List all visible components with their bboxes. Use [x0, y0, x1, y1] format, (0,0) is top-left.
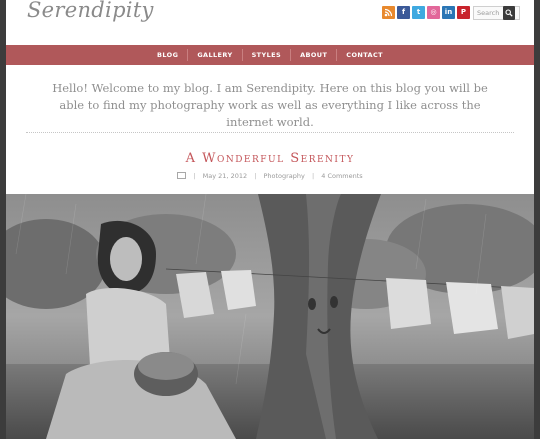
- nav-item-about[interactable]: About: [291, 45, 336, 65]
- nav-item-styles[interactable]: Styles: [243, 45, 291, 65]
- rss-icon[interactable]: [382, 6, 395, 19]
- nav-item-contact[interactable]: Contact: [337, 45, 392, 65]
- meta-separator: |: [311, 172, 315, 180]
- linkedin-icon[interactable]: in: [442, 6, 455, 19]
- post-title[interactable]: A Wonderful Serenity: [6, 151, 534, 166]
- facebook-icon[interactable]: f: [397, 6, 410, 19]
- main-nav: Blog Gallery Styles About Contact: [6, 45, 534, 65]
- post-date: May 21, 2012: [202, 172, 248, 180]
- post-meta: | May 21, 2012 | Photography | 4 Comment…: [6, 172, 534, 180]
- divider: [26, 132, 514, 133]
- search-button[interactable]: [503, 6, 515, 20]
- post-image[interactable]: [6, 194, 534, 439]
- dribbble-icon[interactable]: ◎: [427, 6, 440, 19]
- image-format-icon: [177, 172, 187, 179]
- site-logo[interactable]: Serendipity: [27, 0, 154, 22]
- search-icon: [505, 9, 513, 17]
- post-comments[interactable]: 4 Comments: [321, 172, 362, 180]
- social-icons: f t ◎ in P: [382, 6, 470, 19]
- pinterest-icon[interactable]: P: [457, 6, 470, 19]
- welcome-text: Hello! Welcome to my blog. I am Serendip…: [52, 81, 488, 129]
- meta-separator: |: [254, 172, 257, 180]
- nav-item-blog[interactable]: Blog: [148, 45, 187, 65]
- post-category[interactable]: Photography: [263, 172, 304, 180]
- page: Serendipity f t ◎ in P Search Blog Galle…: [6, 0, 534, 439]
- meta-separator: |: [193, 172, 196, 180]
- twitter-icon[interactable]: t: [412, 6, 425, 19]
- nav-item-gallery[interactable]: Gallery: [188, 45, 241, 65]
